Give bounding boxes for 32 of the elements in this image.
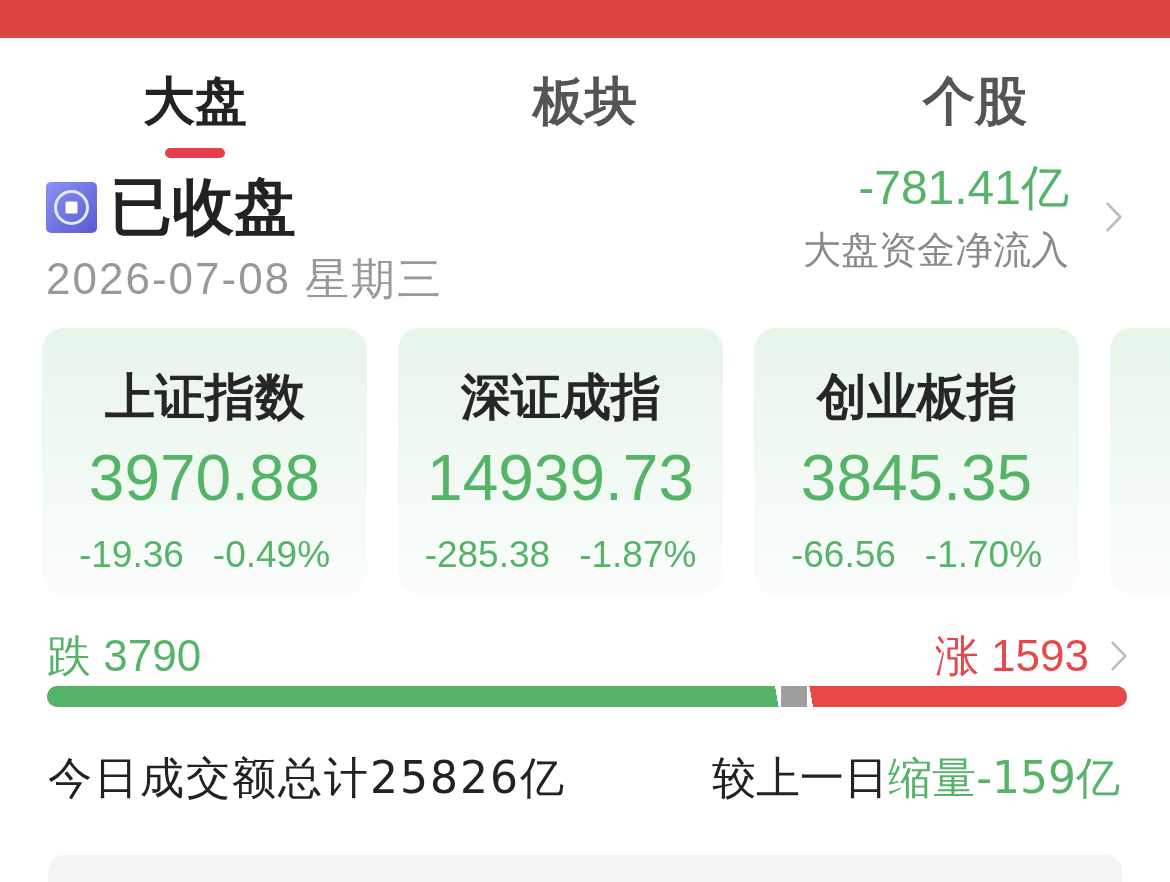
index-name: 创业板指 xyxy=(816,368,1017,426)
index-card[interactable]: 创业板指 3845.35 -66.56 -1.70% xyxy=(754,328,1079,595)
index-name: 上证指数 xyxy=(104,368,305,426)
net-inflow-value: -781.41亿 xyxy=(858,160,1069,216)
decliners-count: 跌 3790 xyxy=(47,632,202,680)
index-name: 深证成指 xyxy=(460,368,661,426)
index-change-percent: -1.70% xyxy=(924,533,1043,577)
trade-date: 2026-07-08 星期三 xyxy=(46,253,444,305)
index-change: -66.56 xyxy=(790,533,896,577)
volume-change: 缩量-159亿 xyxy=(888,752,1120,804)
tab[interactable]: 板块 xyxy=(533,71,637,131)
tab[interactable]: 个股 xyxy=(923,71,1027,131)
tab-indicator xyxy=(165,148,225,158)
index-change: -285.38 xyxy=(424,533,551,577)
partial-card[interactable] xyxy=(1110,328,1170,595)
index-value: 14939.73 xyxy=(427,442,694,514)
index-card[interactable]: 上证指数 3970.88 -19.36 -0.49% xyxy=(42,328,367,595)
compare-label: 较上一日 xyxy=(712,752,889,804)
chevron-right-icon[interactable] xyxy=(1111,641,1127,671)
market-status: 已收盘 xyxy=(110,171,296,243)
net-inflow-label: 大盘资金净流入 xyxy=(803,228,1069,273)
index-change-percent: -1.87% xyxy=(579,533,697,577)
chevron-right-icon[interactable] xyxy=(1106,201,1122,232)
advancers-count: 涨 1593 xyxy=(934,632,1089,680)
turnover-total: 今日成交额总计25826亿 xyxy=(48,752,566,804)
index-change: -19.36 xyxy=(78,533,184,577)
index-change-percent: -0.49% xyxy=(212,533,331,577)
index-value: 3970.88 xyxy=(88,442,321,514)
tab[interactable]: 大盘 xyxy=(143,71,247,158)
index-value: 3845.35 xyxy=(800,442,1033,514)
stop-icon xyxy=(46,181,97,233)
index-card[interactable]: 深证成指 14939.73 -285.38 -1.87% xyxy=(398,328,723,595)
